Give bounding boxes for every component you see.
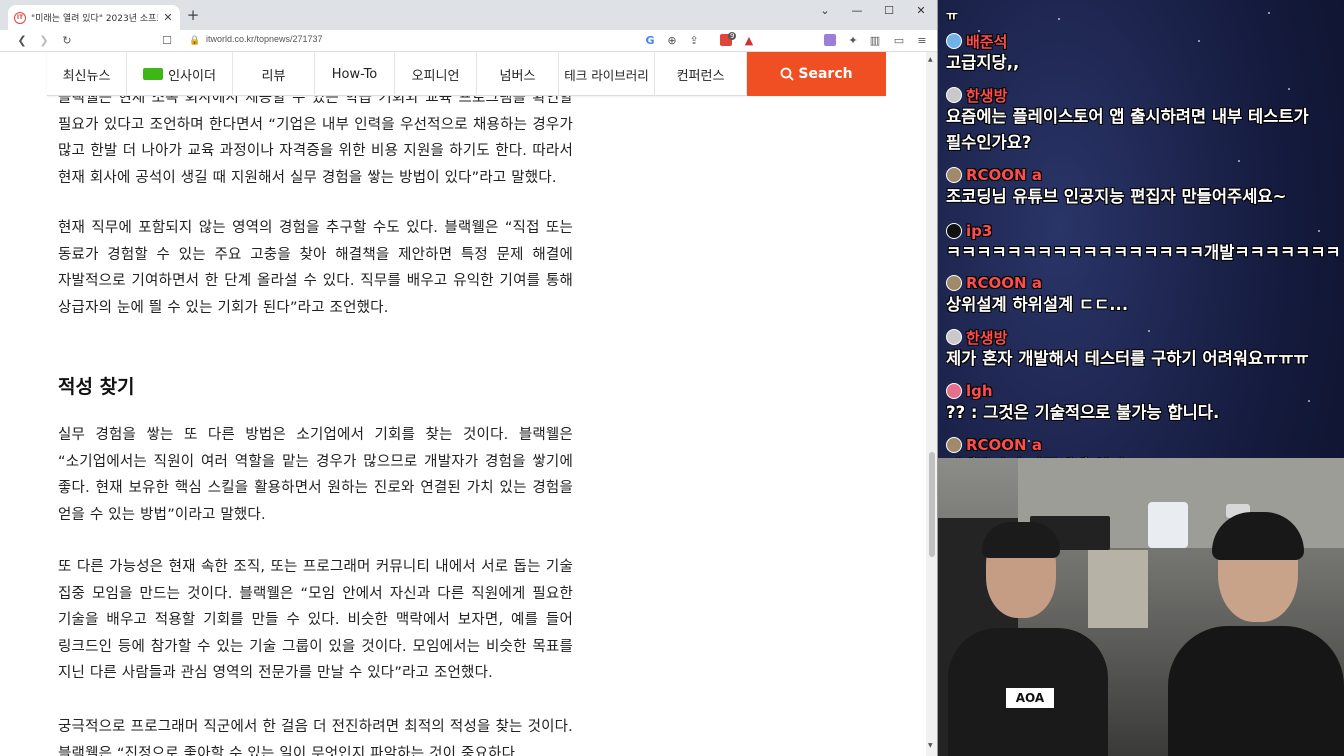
- chat-username: RCOON a: [966, 274, 1042, 292]
- bookmark-icon[interactable]: ☐: [160, 33, 174, 49]
- shirt-print: AOA: [1006, 688, 1054, 708]
- minimize-icon[interactable]: —: [850, 4, 864, 17]
- chat-user-row: 배준석: [946, 32, 1338, 51]
- chat-text: 요즘에는 플레이스토어 앱 출시하려면 내부 테스트가: [946, 107, 1309, 126]
- chat-username: ip3: [966, 222, 993, 240]
- browser-toolbar: ❮ ❯ ↻ ☐ 🔒 itworld.co.kr/topnews/271737 G…: [0, 30, 937, 52]
- site-navigation: 최신뉴스 인사이더 리뷰 How-To 오피니언 넘버스 테크 라이브러리 컨퍼…: [47, 52, 886, 96]
- tab-title: "미래는 열려 있다" 2023년 소프트: [31, 14, 158, 24]
- chat-message: 한생방제가 혼자 개발해서 테스터를 구하기 어려워요ㅠㅠㅠ: [946, 328, 1338, 372]
- nav-opinion[interactable]: 오피니언: [395, 52, 477, 96]
- section-heading: 적성 찾기: [58, 376, 135, 398]
- chat-text: ?? : 그것은 기술적으로 불가능 합니다.: [946, 403, 1220, 422]
- share-icon[interactable]: ⇪: [687, 33, 701, 49]
- reload-icon[interactable]: ↻: [60, 33, 74, 49]
- chat-user-row: RCOON a: [946, 274, 1338, 292]
- chat-text: ㅋㅋㅋㅋㅋㅋㅋㅋㅋㅋㅋㅋㅋㅋㅋㅋㅋ개발ㅋㅋㅋㅋㅋㅋㅋ: [946, 243, 1338, 262]
- user-avatar-icon: [946, 167, 962, 183]
- web-page: 블랙웰은 현재 소속 회사에서 제공할 수 있는 학습 기회와 교육 프로그램을…: [0, 52, 926, 756]
- chat-user-row: 한생방: [946, 86, 1338, 105]
- browser-tab[interactable]: IT "미래는 열려 있다" 2023년 소프트 ✕: [8, 5, 180, 30]
- chat-username: 배준석: [966, 32, 1008, 51]
- webcam-feed: AOA: [938, 458, 1344, 756]
- chat-message: 필수인가요?: [946, 130, 1338, 156]
- zoom-icon[interactable]: ⊕: [665, 33, 679, 49]
- chat-username: lgh: [966, 382, 993, 400]
- google-translate-icon[interactable]: G: [643, 33, 657, 49]
- nav-conference[interactable]: 컨퍼런스: [655, 52, 747, 96]
- back-icon[interactable]: ❮: [15, 33, 29, 49]
- user-avatar-icon: [946, 275, 962, 291]
- article-paragraph: 또 다른 가능성은 현재 속한 조직, 또는 프로그래머 커뮤니티 내에서 서로…: [58, 559, 573, 682]
- tab-strip: IT "미래는 열려 있다" 2023년 소프트 ✕ + ⌄ — ☐ ✕: [0, 0, 937, 30]
- chat-username: RCOON a: [966, 436, 1042, 454]
- article-paragraph: 궁극적으로 프로그래머 직군에서 한 걸음 더 전진하려면 최적의 적성을 찾는…: [58, 719, 573, 756]
- chat-message: lgh ?? : 그것은 기술적으로 불가능 합니다.: [946, 382, 1338, 426]
- chat-message: ip3 ㅋㅋㅋㅋㅋㅋㅋㅋㅋㅋㅋㅋㅋㅋㅋㅋㅋ개발ㅋㅋㅋㅋㅋㅋㅋ: [946, 222, 1338, 266]
- person-right: [1158, 512, 1344, 756]
- nav-insider-label: 인사이더: [168, 68, 216, 84]
- chat-user-row: ip3: [946, 222, 1338, 240]
- chat-message: RCOON a 상위설계 하위설계 ㄷㄷ...: [946, 274, 1338, 318]
- user-avatar-icon: [946, 87, 962, 103]
- sidebar-icon[interactable]: ▥: [868, 33, 882, 49]
- article-paragraph: 현재 직무에 포함되지 않는 영역의 경험을 추구할 수도 있다. 블랙웰은 “…: [58, 220, 573, 316]
- chat-username: 한생방: [966, 86, 1008, 105]
- insider-badge-icon: [143, 68, 164, 80]
- tab-close-icon[interactable]: ✕: [162, 11, 174, 24]
- article-paragraph: 블랙웰은 현재 소속 회사에서 제공할 수 있는 학습 기회와 교육 프로그램을…: [58, 90, 573, 186]
- chat-user-row: lgh: [946, 382, 1338, 400]
- chat-text: 제가 혼자 개발해서 테스터를 구하기 어려워요ㅠㅠㅠ: [946, 349, 1309, 368]
- search-icon: [780, 67, 795, 81]
- brave-rewards-icon[interactable]: ▲: [742, 33, 756, 49]
- article-paragraph: 실무 경험을 쌓는 또 다른 방법은 소기업에서 기회를 찾는 것이다. 블랙웰…: [58, 427, 573, 523]
- menu-icon[interactable]: ≡: [915, 33, 929, 49]
- nav-latest-news[interactable]: 최신뉴스: [47, 52, 127, 96]
- chat-text: 고급지당,,: [946, 53, 1020, 72]
- extension-badge: 9: [728, 32, 737, 40]
- scroll-down-icon[interactable]: ▼: [928, 742, 933, 749]
- tab-search-chevron-icon[interactable]: ⌄: [818, 4, 832, 17]
- user-avatar-icon: [946, 33, 962, 49]
- lock-icon[interactable]: 🔒: [188, 33, 202, 49]
- person-left: AOA: [948, 522, 1138, 756]
- scroll-thumb[interactable]: [929, 452, 935, 557]
- chat-text: 조코딩님 유튜브 인공지능 편집자 만들어주세요~: [946, 187, 1287, 206]
- new-tab-icon[interactable]: +: [186, 6, 200, 24]
- nav-tech-library[interactable]: 테크 라이브러리: [559, 52, 655, 96]
- page-scrollbar[interactable]: ▲ ▼: [926, 52, 937, 756]
- browser-window: IT "미래는 열려 있다" 2023년 소프트 ✕ + ⌄ — ☐ ✕ ❮ ❯…: [0, 0, 938, 756]
- chat-username: 한생방: [966, 328, 1008, 347]
- address-bar[interactable]: itworld.co.kr/topnews/271737: [206, 34, 323, 44]
- user-avatar-icon: [946, 383, 962, 399]
- nav-numbers[interactable]: 넘버스: [477, 52, 559, 96]
- chat-text: 상위설계 하위설계 ㄷㄷ...: [946, 295, 1129, 314]
- chat-message: 한생방요즘에는 플레이스토어 앱 출시하려면 내부 테스트가: [946, 86, 1338, 130]
- user-avatar-icon: [946, 223, 962, 239]
- user-avatar-icon: [946, 329, 962, 345]
- chat-username: RCOON a: [966, 166, 1042, 184]
- chat-text: 필수인가요?: [946, 133, 1032, 152]
- chat-message: 배준석고급지당,,: [946, 32, 1338, 76]
- nav-review[interactable]: 리뷰: [233, 52, 315, 96]
- wallet-icon[interactable]: ▭: [892, 33, 906, 49]
- chat-user-row: RCOON a: [946, 166, 1338, 184]
- nav-how-to[interactable]: How-To: [315, 52, 395, 96]
- close-window-icon[interactable]: ✕: [914, 4, 928, 17]
- extension-icon[interactable]: [824, 34, 836, 46]
- chat-user-row: RCOON a: [946, 436, 1338, 454]
- chat-fragment: ㅠ: [946, 9, 958, 24]
- scroll-up-icon[interactable]: ▲: [928, 56, 933, 63]
- site-favicon-icon: IT: [14, 11, 26, 24]
- maximize-icon[interactable]: ☐: [882, 4, 896, 17]
- chat-user-row: 한생방: [946, 328, 1338, 347]
- stream-panel: ㅠ 배준석 고급지당,, 한생방 요즘에는 플레이스토어 앱 출시하려면 내부 테스트…: [938, 0, 1344, 756]
- nav-insider[interactable]: 인사이더: [127, 52, 233, 96]
- chat-message: RCOON a 조코딩님 유튜브 인공지능 편집자 만들어주세요~: [946, 166, 1338, 210]
- forward-icon[interactable]: ❯: [37, 33, 51, 49]
- search-button[interactable]: Search: [747, 52, 886, 96]
- search-label: Search: [798, 66, 853, 82]
- extensions-puzzle-icon[interactable]: ✦: [846, 33, 860, 49]
- user-avatar-icon: [946, 437, 962, 453]
